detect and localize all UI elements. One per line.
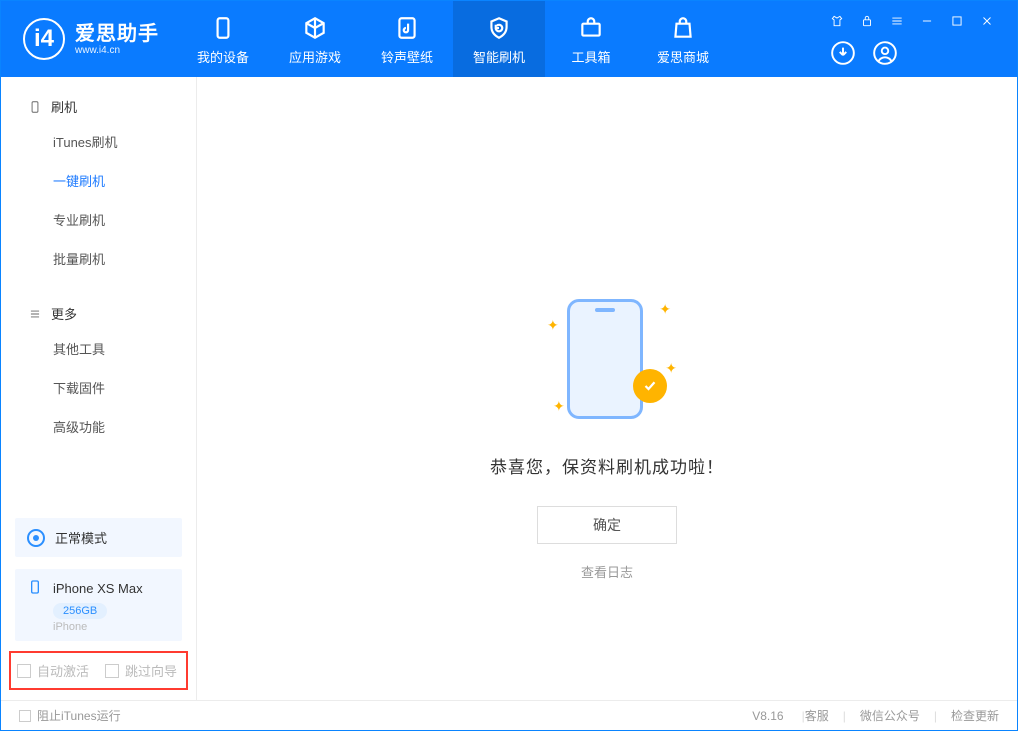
user-icon[interactable]	[871, 39, 899, 67]
header: i4 爱思助手 www.i4.cn 我的设备 应用游戏 铃声壁纸 智能刷机	[1, 1, 1017, 77]
mode-label: 正常模式	[55, 528, 107, 547]
sparkle-icon: ✦	[659, 301, 671, 318]
tab-store[interactable]: 爱思商城	[637, 1, 729, 77]
checkbox-auto-activate[interactable]: 自动激活	[17, 661, 89, 680]
success-illustration: ✦ ✦ ✦ ✦	[537, 291, 677, 431]
tab-wallpaper[interactable]: 铃声壁纸	[361, 1, 453, 77]
sidebar-item-download-firmware[interactable]: 下载固件	[1, 368, 196, 407]
section-header-more[interactable]: 更多	[1, 298, 196, 329]
sidebar-section-flash: 刷机 iTunes刷机 一键刷机 专业刷机 批量刷机	[1, 77, 196, 284]
logo-text: 爱思助手 www.i4.cn	[75, 23, 159, 56]
sparkle-icon: ✦	[547, 317, 559, 334]
ok-button[interactable]: 确定	[537, 506, 677, 544]
sidebar-item-batch-flash[interactable]: 批量刷机	[1, 239, 196, 278]
checkbox-label: 阻止iTunes运行	[37, 707, 121, 724]
device-small-icon	[27, 99, 43, 115]
download-icon[interactable]	[829, 39, 857, 67]
window-controls	[829, 7, 1005, 29]
bag-icon	[668, 13, 698, 43]
device-box[interactable]: iPhone XS Max 256GB iPhone	[15, 569, 182, 641]
mode-icon	[27, 529, 45, 547]
tab-my-device[interactable]: 我的设备	[177, 1, 269, 77]
tab-label: 爱思商城	[657, 47, 709, 66]
sidebar-bottom: 正常模式 iPhone XS Max 256GB iPhone 自	[1, 518, 196, 700]
refresh-shield-icon	[484, 13, 514, 43]
sparkle-icon: ✦	[665, 360, 677, 377]
phone-illustration-icon	[567, 299, 643, 419]
mode-box[interactable]: 正常模式	[15, 518, 182, 557]
sidebar-item-itunes-flash[interactable]: iTunes刷机	[1, 122, 196, 161]
status-bar: 阻止iTunes运行 V8.16 | 客服 | 微信公众号 | 检查更新	[1, 700, 1017, 730]
sidebar: 刷机 iTunes刷机 一键刷机 专业刷机 批量刷机 更多 其他工具 下载固件 …	[1, 77, 197, 700]
checkbox-box-icon	[17, 664, 31, 678]
device-icon	[27, 579, 45, 597]
header-right-col	[829, 1, 1017, 77]
body: 刷机 iTunes刷机 一键刷机 专业刷机 批量刷机 更多 其他工具 下载固件 …	[1, 77, 1017, 700]
main-tabs: 我的设备 应用游戏 铃声壁纸 智能刷机 工具箱 爱思商城	[177, 1, 729, 77]
checkbox-box-icon	[19, 710, 31, 722]
logo[interactable]: i4 爱思助手 www.i4.cn	[1, 1, 177, 77]
music-note-icon	[392, 13, 422, 43]
tab-label: 工具箱	[571, 47, 610, 66]
menu-icon[interactable]	[889, 13, 905, 29]
tab-label: 铃声壁纸	[381, 47, 433, 66]
sidebar-item-onekey-flash[interactable]: 一键刷机	[1, 161, 196, 200]
sidebar-item-advanced[interactable]: 高级功能	[1, 407, 196, 446]
checkbox-skip-guide[interactable]: 跳过向导	[105, 661, 177, 680]
check-update-link[interactable]: 检查更新	[951, 707, 999, 724]
minimize-icon[interactable]	[919, 13, 935, 29]
version-label: V8.16	[752, 709, 783, 723]
app-window: i4 爱思助手 www.i4.cn 我的设备 应用游戏 铃声壁纸 智能刷机	[0, 0, 1018, 731]
tab-label: 我的设备	[197, 47, 249, 66]
shirt-icon[interactable]	[829, 13, 845, 29]
logo-mark: i4	[23, 18, 65, 60]
section-header-flash[interactable]: 刷机	[1, 91, 196, 122]
device-panel: 正常模式 iPhone XS Max 256GB iPhone	[1, 518, 196, 651]
checkbox-label: 自动激活	[37, 661, 89, 680]
wechat-link[interactable]: 微信公众号	[860, 707, 920, 724]
device-type: iPhone	[53, 621, 170, 633]
list-icon	[27, 306, 43, 322]
tab-apps[interactable]: 应用游戏	[269, 1, 361, 77]
header-actions	[829, 39, 1005, 67]
sidebar-section-more: 更多 其他工具 下载固件 高级功能	[1, 284, 196, 452]
storage-badge: 256GB	[53, 603, 107, 619]
sidebar-item-pro-flash[interactable]: 专业刷机	[1, 200, 196, 239]
checkbox-label: 跳过向导	[125, 661, 177, 680]
tab-label: 应用游戏	[289, 47, 341, 66]
tab-toolbox[interactable]: 工具箱	[545, 1, 637, 77]
options-highlight: 自动激活 跳过向导	[9, 651, 188, 690]
checkbox-block-itunes[interactable]: 阻止iTunes运行	[19, 707, 121, 724]
tab-label: 智能刷机	[473, 47, 525, 66]
section-title: 刷机	[51, 97, 77, 116]
section-title: 更多	[51, 304, 77, 323]
view-log-link[interactable]: 查看日志	[581, 562, 633, 581]
success-title: 恭喜您，保资料刷机成功啦！	[490, 453, 724, 478]
sidebar-item-other-tools[interactable]: 其他工具	[1, 329, 196, 368]
logo-title: 爱思助手	[75, 23, 159, 45]
status-links: 客服 | 微信公众号 | 检查更新	[805, 707, 999, 724]
device-name: iPhone XS Max	[53, 581, 143, 596]
checkmark-badge-icon	[633, 369, 667, 403]
checkbox-box-icon	[105, 664, 119, 678]
close-icon[interactable]	[979, 13, 995, 29]
logo-subtitle: www.i4.cn	[75, 45, 159, 56]
phone-icon	[208, 13, 238, 43]
toolbox-icon	[576, 13, 606, 43]
maximize-icon[interactable]	[949, 13, 965, 29]
main-pane: ✦ ✦ ✦ ✦ 恭喜您，保资料刷机成功啦！ 确定 查看日志	[197, 77, 1017, 700]
sparkle-icon: ✦	[553, 398, 565, 415]
support-link[interactable]: 客服	[805, 707, 829, 724]
cube-icon	[300, 13, 330, 43]
tab-flash[interactable]: 智能刷机	[453, 1, 545, 77]
lock-icon[interactable]	[859, 13, 875, 29]
